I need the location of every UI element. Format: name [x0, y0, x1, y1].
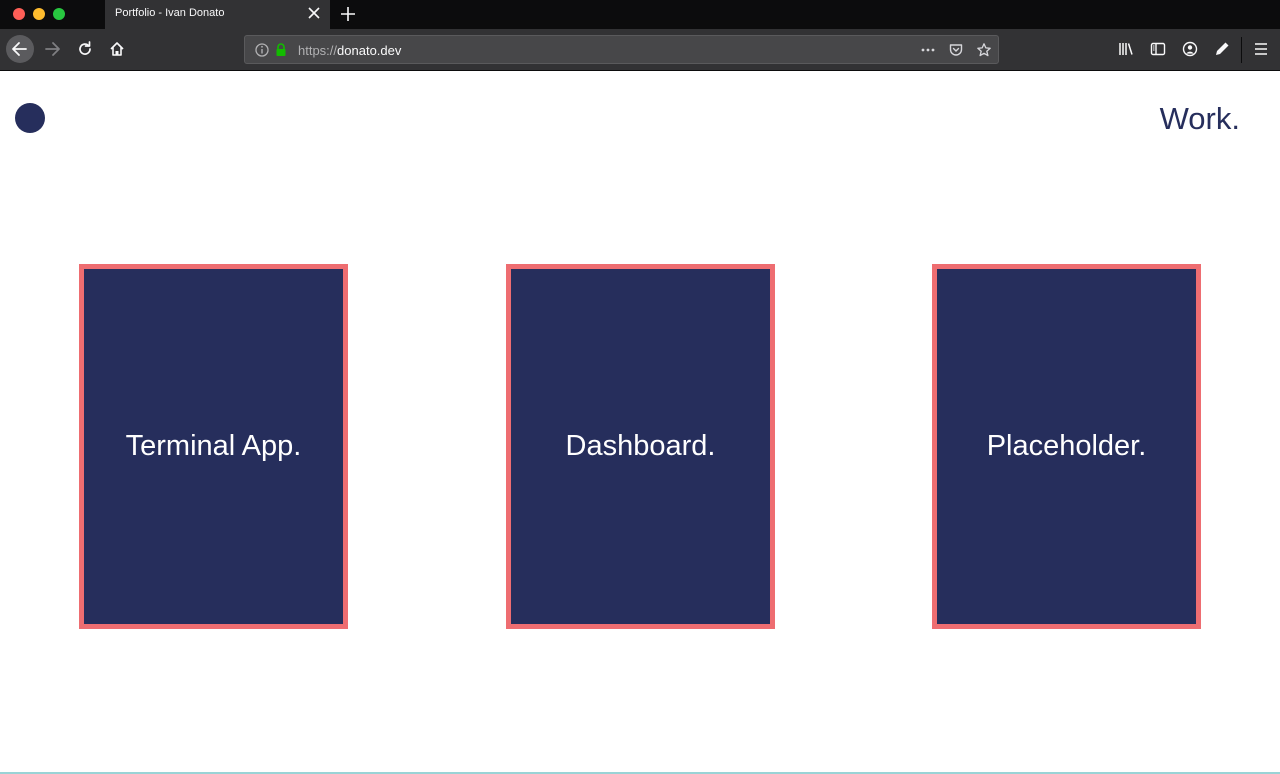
home-icon: [110, 42, 124, 56]
logo-dot[interactable]: [15, 103, 45, 133]
info-icon[interactable]: [254, 42, 270, 58]
sidebar-button[interactable]: [1144, 35, 1172, 63]
edit-button[interactable]: [1208, 35, 1236, 63]
back-arrow-icon: [12, 42, 27, 56]
browser-titlebar: Portfolio - Ivan Donato: [0, 0, 1280, 29]
project-card-dashboard[interactable]: Dashboard.: [506, 264, 775, 629]
minimize-window-button[interactable]: [33, 8, 45, 20]
new-tab-icon[interactable]: [338, 4, 358, 24]
library-button[interactable]: [1112, 35, 1140, 63]
pocket-icon[interactable]: [948, 42, 964, 58]
close-window-button[interactable]: [13, 8, 25, 20]
pencil-icon: [1216, 42, 1229, 55]
account-button[interactable]: [1176, 35, 1204, 63]
project-card-terminal-app[interactable]: Terminal App.: [79, 264, 348, 629]
project-card-title: Dashboard.: [565, 430, 716, 462]
project-card-placeholder[interactable]: Placeholder.: [932, 264, 1201, 629]
reload-icon: [79, 41, 91, 55]
page-actions-icon[interactable]: [920, 42, 936, 58]
browser-tab[interactable]: Portfolio - Ivan Donato: [105, 0, 330, 29]
project-card-title: Placeholder.: [986, 430, 1147, 462]
hamburger-menu-icon: [1255, 43, 1267, 55]
browser-toolbar: https://donato.dev: [0, 29, 1280, 71]
toolbar-divider: [1241, 37, 1242, 63]
account-icon: [1182, 41, 1198, 57]
url-host: donato.dev: [337, 43, 402, 58]
bookmark-star-icon[interactable]: [976, 42, 992, 58]
lock-icon[interactable]: [273, 42, 289, 58]
menu-button[interactable]: [1247, 35, 1275, 63]
url-text[interactable]: https://donato.dev: [298, 43, 401, 58]
close-tab-icon[interactable]: [306, 5, 322, 21]
tab-title: Portfolio - Ivan Donato: [115, 7, 225, 19]
url-scheme: https://: [298, 43, 338, 58]
url-bar[interactable]: https://donato.dev: [244, 35, 999, 64]
sidebar-icon: [1150, 42, 1166, 56]
page-content: Work. Terminal App. Dashboard. Placehold…: [0, 71, 1280, 774]
project-card-title: Terminal App.: [125, 430, 302, 462]
reload-button[interactable]: [71, 35, 99, 63]
library-icon: [1119, 43, 1133, 55]
back-button[interactable]: [6, 35, 34, 63]
forward-arrow-icon: [45, 42, 60, 56]
nav-work-link[interactable]: Work.: [1160, 101, 1240, 137]
maximize-window-button[interactable]: [53, 8, 65, 20]
forward-button[interactable]: [39, 35, 67, 63]
home-button[interactable]: [103, 35, 131, 63]
